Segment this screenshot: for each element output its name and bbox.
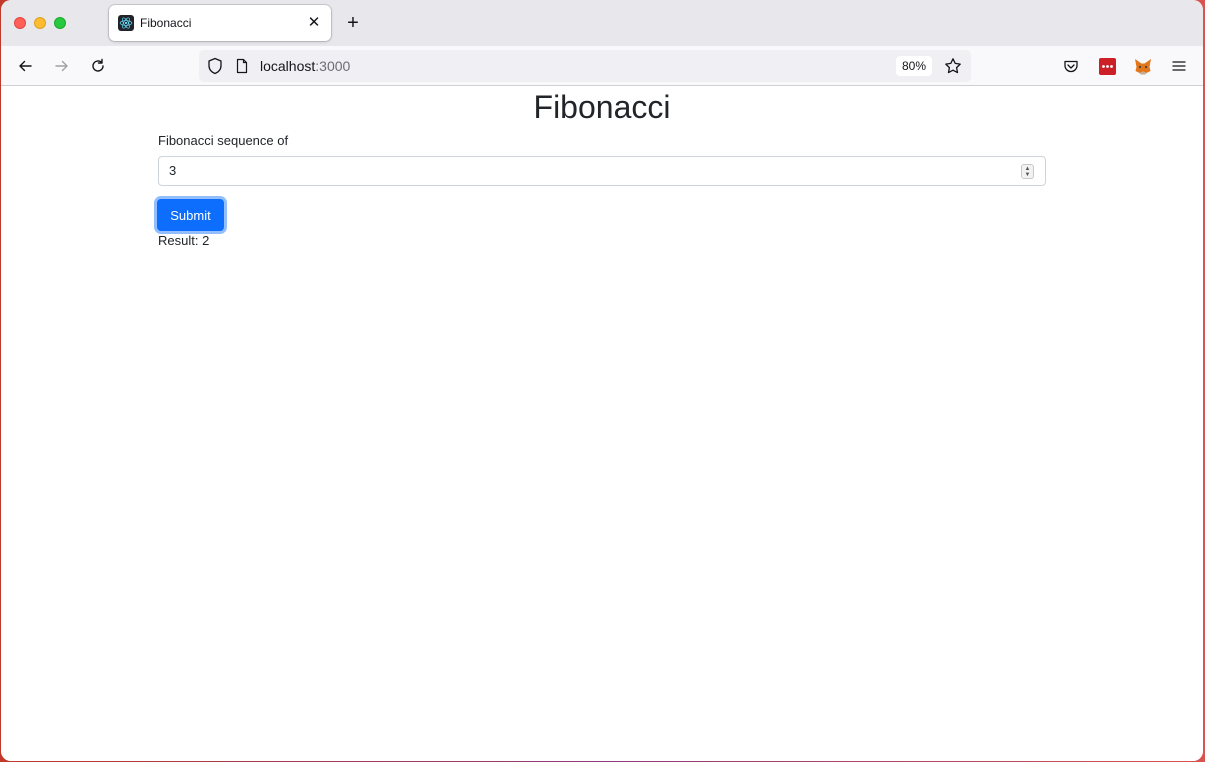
pocket-icon[interactable]: [1060, 55, 1082, 77]
close-window-button[interactable]: [14, 17, 26, 29]
tab-fibonacci[interactable]: Fibonacci ✕: [109, 5, 331, 41]
metamask-icon[interactable]: [1132, 55, 1154, 77]
minimize-window-button[interactable]: [34, 17, 46, 29]
url-bar[interactable]: localhost:3000 80%: [199, 50, 971, 82]
close-tab-icon[interactable]: ✕: [305, 14, 323, 32]
stepper-down-icon[interactable]: ▼: [1025, 172, 1031, 178]
result-text: Result: 2: [158, 233, 210, 248]
new-tab-button[interactable]: +: [342, 12, 364, 34]
page-content: Fibonacci Fibonacci sequence of 3 ▲ ▼ Su…: [1, 86, 1203, 761]
url-text[interactable]: localhost:3000: [260, 58, 350, 74]
forward-icon[interactable]: [50, 54, 74, 78]
url-host: localhost: [260, 58, 316, 74]
fibonacci-input-label: Fibonacci sequence of: [158, 133, 289, 148]
tab-strip: Fibonacci ✕ +: [1, 0, 1203, 46]
zoom-window-button[interactable]: [54, 17, 66, 29]
page-title: Fibonacci: [533, 89, 671, 125]
shield-icon[interactable]: [207, 57, 223, 80]
number-stepper[interactable]: ▲ ▼: [1021, 164, 1034, 179]
lastpass-icon[interactable]: [1096, 55, 1118, 77]
navigation-toolbar: localhost:3000 80%: [1, 46, 1203, 86]
menu-icon[interactable]: [1168, 55, 1190, 77]
tab-title: Fibonacci: [140, 16, 192, 30]
react-icon: [118, 15, 134, 31]
fibonacci-number-input[interactable]: 3: [158, 156, 1046, 186]
back-icon[interactable]: [13, 54, 37, 78]
bookmark-star-icon[interactable]: [944, 57, 962, 80]
zoom-level-badge[interactable]: 80%: [896, 56, 933, 76]
reload-icon[interactable]: [86, 54, 110, 78]
submit-button[interactable]: Submit: [157, 199, 224, 231]
page-icon[interactable]: [235, 58, 249, 79]
browser-window: Fibonacci ✕ + localhost:3000 80% Fibonac…: [1, 0, 1203, 761]
url-port: :3000: [315, 58, 351, 74]
